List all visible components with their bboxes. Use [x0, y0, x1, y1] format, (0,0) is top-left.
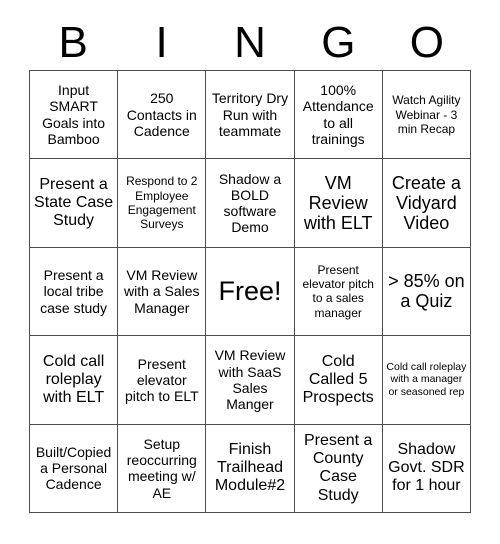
bingo-header-letter-b: B — [58, 18, 88, 67]
bingo-cell-i4[interactable]: Present elevator pitch to ELT — [118, 336, 207, 425]
bingo-cell-label: VM Review with SaaS Sales Manger — [214, 347, 286, 413]
bingo-cell-label: Present a local tribe case study — [40, 267, 108, 316]
bingo-cell-label: VM Review with ELT — [303, 172, 373, 234]
bingo-cell-label: 100% Attendance to all trainings — [302, 82, 374, 147]
bingo-cell-n4[interactable]: VM Review with SaaS Sales Manger — [206, 336, 295, 425]
bingo-cell-b2[interactable]: Present a State Case Study — [30, 159, 119, 248]
bingo-cell-label: Shadow a BOLD software Demo — [218, 170, 282, 236]
bingo-cell-i1[interactable]: 250 Contacts in Cadence — [118, 71, 207, 160]
bingo-cell-b5[interactable]: Built/Copied a Personal Cadence — [30, 424, 119, 513]
bingo-grid: Input SMART Goals into Bamboo 250 Contac… — [29, 70, 471, 513]
bingo-cell-label: Present elevator pitch to ELT — [124, 355, 199, 404]
bingo-cell-label: Finish Trailhead Module#2 — [214, 440, 286, 495]
bingo-cell-o5[interactable]: Shadow Govt. SDR for 1 hour — [382, 424, 471, 513]
bingo-cell-label: Present a County Case Study — [303, 431, 373, 504]
bingo-cell-label: Cold call roleplay with ELT — [42, 352, 105, 406]
bingo-header-row: B I N G O — [29, 16, 471, 70]
bingo-header-letter-i: I — [155, 18, 168, 67]
bingo-free-space-label: Free! — [218, 276, 282, 307]
bingo-cell-g3[interactable]: Present elevator pitch to a sales manage… — [294, 247, 383, 337]
bingo-cell-o1[interactable]: Watch Agility Webinar - 3 min Recap — [382, 71, 471, 160]
bingo-cell-n5[interactable]: Finish Trailhead Module#2 — [206, 424, 295, 513]
bingo-cell-i5[interactable]: Setup reoccurring meeting w/ AE — [118, 424, 207, 513]
bingo-cell-b1[interactable]: Input SMART Goals into Bamboo — [30, 71, 119, 160]
bingo-cell-label: Territory Dry Run with teammate — [211, 90, 289, 139]
bingo-header-letter-g: G — [321, 18, 356, 67]
bingo-card: B I N G O Input SMART Goals into Bamboo … — [0, 0, 500, 544]
bingo-cell-o3[interactable]: > 85% on a Quiz — [382, 247, 471, 337]
bingo-cell-label: Shadow Govt. SDR for 1 hour — [388, 440, 465, 495]
bingo-cell-label: Input SMART Goals into Bamboo — [42, 82, 106, 147]
bingo-cell-o2[interactable]: Create a Vidyard Video — [382, 159, 471, 248]
bingo-cell-n1[interactable]: Territory Dry Run with teammate — [206, 71, 295, 160]
bingo-cell-g4[interactable]: Cold Called 5 Prospects — [294, 336, 383, 425]
bingo-cell-label: Setup reoccurring meeting w/ AE — [126, 435, 197, 501]
bingo-cell-g5[interactable]: Present a County Case Study — [294, 424, 383, 513]
bingo-header-letter-n: N — [234, 18, 266, 67]
bingo-cell-n2[interactable]: Shadow a BOLD software Demo — [206, 159, 295, 248]
bingo-cell-label: Cold Called 5 Prospects — [302, 352, 374, 406]
bingo-cell-free-space[interactable]: Free! — [206, 247, 295, 337]
bingo-cell-label: Present elevator pitch to a sales manage… — [302, 262, 374, 320]
bingo-cell-b3[interactable]: Present a local tribe case study — [30, 247, 119, 337]
bingo-cell-i3[interactable]: VM Review with a Sales Manager — [118, 247, 207, 337]
bingo-cell-label: VM Review with a Sales Manager — [124, 267, 200, 316]
bingo-cell-o4[interactable]: Cold call roleplay with a manager or sea… — [382, 336, 471, 425]
bingo-cell-label: > 85% on a Quiz — [388, 271, 465, 312]
bingo-cell-label: Present a State Case Study — [34, 175, 114, 230]
bingo-cell-g2[interactable]: VM Review with ELT — [294, 159, 383, 248]
bingo-cell-label: Respond to 2 Employee Engagement Surveys — [126, 174, 198, 232]
bingo-cell-b4[interactable]: Cold call roleplay with ELT — [30, 336, 119, 425]
bingo-cell-label: Cold call roleplay with a manager or sea… — [386, 360, 467, 399]
bingo-cell-g1[interactable]: 100% Attendance to all trainings — [294, 71, 383, 160]
bingo-header-letter-o: O — [409, 18, 444, 67]
bingo-cell-label: 250 Contacts in Cadence — [126, 90, 197, 139]
bingo-cell-label: Create a Vidyard Video — [391, 172, 461, 234]
bingo-cell-label: Watch Agility Webinar - 3 min Recap — [392, 93, 461, 136]
bingo-cell-i2[interactable]: Respond to 2 Employee Engagement Surveys — [118, 159, 207, 248]
bingo-cell-label: Built/Copied a Personal Cadence — [35, 443, 112, 493]
